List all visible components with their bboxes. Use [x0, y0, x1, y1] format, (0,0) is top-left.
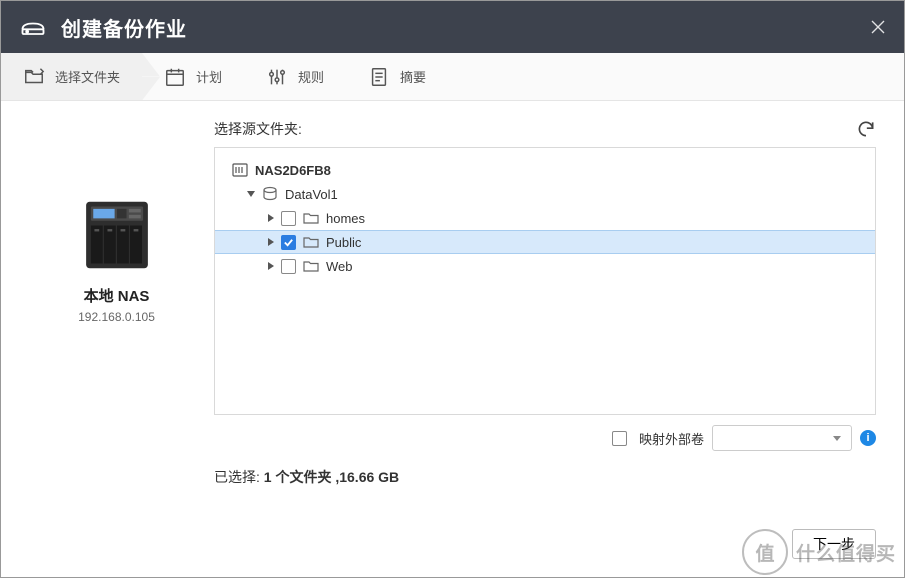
- tree-node-label: Web: [326, 259, 353, 274]
- expander-right-icon[interactable]: [265, 260, 277, 272]
- map-external-select[interactable]: [712, 425, 852, 451]
- source-device-name: 本地 NAS: [84, 285, 150, 306]
- refresh-icon[interactable]: [856, 119, 876, 139]
- tree-node-label: homes: [326, 211, 365, 226]
- dialog-body: 本地 NAS 192.168.0.105 选择源文件夹: NAS2D6FB8: [1, 101, 904, 577]
- tree-node-label: NAS2D6FB8: [255, 163, 331, 178]
- tab-label: 摘要: [400, 67, 426, 86]
- tree-folder-public[interactable]: Public: [215, 230, 875, 254]
- tab-select-folder[interactable]: 选择文件夹: [1, 53, 142, 100]
- dialog-window: 创建备份作业 选择文件夹 计划 规则 摘要: [0, 0, 905, 578]
- tab-schedule[interactable]: 计划: [142, 53, 244, 100]
- tree-folder-homes[interactable]: homes: [215, 206, 875, 230]
- tab-label: 计划: [196, 67, 222, 86]
- tab-rules[interactable]: 规则: [244, 53, 346, 100]
- source-device-panel: 本地 NAS 192.168.0.105: [19, 119, 214, 559]
- folder-select-icon: [23, 66, 45, 88]
- tree-volume[interactable]: DataVol1: [215, 182, 875, 206]
- folder-tree: NAS2D6FB8 DataVol1 homes Pub: [214, 147, 876, 415]
- panel-header: 选择源文件夹:: [214, 119, 876, 139]
- nas-illustration-icon: [79, 197, 155, 273]
- dialog-title: 创建备份作业: [61, 13, 187, 42]
- chevron-down-icon: [831, 432, 843, 444]
- expander-right-icon[interactable]: [265, 236, 277, 248]
- watermark-text: 什么值得买: [796, 539, 896, 566]
- selection-summary: 已选择: 1 个文件夹 ,16.66 GB: [214, 467, 876, 487]
- expander-down-icon[interactable]: [245, 188, 257, 200]
- expander-right-icon[interactable]: [265, 212, 277, 224]
- nas-device-icon: [19, 13, 47, 41]
- info-icon[interactable]: i: [860, 430, 876, 446]
- panel-title-label: 选择源文件夹:: [214, 119, 302, 139]
- under-panel-row: 映射外部卷 i: [214, 425, 876, 451]
- calendar-icon: [164, 66, 186, 88]
- watermark-badge: 值: [742, 529, 788, 575]
- tab-summary[interactable]: 摘要: [346, 53, 448, 100]
- watermark: 值 什么值得买: [742, 529, 896, 575]
- tree-folder-web[interactable]: Web: [215, 254, 875, 278]
- folder-icon: [302, 233, 320, 251]
- tree-node-label: DataVol1: [285, 187, 338, 202]
- source-device-ip: 192.168.0.105: [78, 310, 155, 324]
- tab-label: 规则: [298, 67, 324, 86]
- map-external-label: 映射外部卷: [639, 429, 704, 448]
- close-icon[interactable]: [870, 19, 886, 35]
- nas-root-icon: [231, 161, 249, 179]
- titlebar: 创建备份作业: [1, 1, 904, 53]
- summary-icon: [368, 66, 390, 88]
- folder-icon: [302, 209, 320, 227]
- selected-prefix: 已选择:: [214, 469, 264, 485]
- map-external-checkbox[interactable]: [612, 431, 627, 446]
- tree-root[interactable]: NAS2D6FB8: [215, 158, 875, 182]
- folder-checkbox[interactable]: [281, 259, 296, 274]
- folder-checkbox[interactable]: [281, 211, 296, 226]
- selected-value: 1 个文件夹 ,16.66 GB: [264, 469, 399, 485]
- disk-icon: [261, 185, 279, 203]
- step-tabs: 选择文件夹 计划 规则 摘要: [1, 53, 904, 101]
- tree-node-label: Public: [326, 235, 361, 250]
- tab-label: 选择文件夹: [55, 67, 120, 86]
- folder-select-panel: 选择源文件夹: NAS2D6FB8 DataVol1: [214, 119, 876, 559]
- folder-checkbox[interactable]: [281, 235, 296, 250]
- folder-icon: [302, 257, 320, 275]
- sliders-icon: [266, 66, 288, 88]
